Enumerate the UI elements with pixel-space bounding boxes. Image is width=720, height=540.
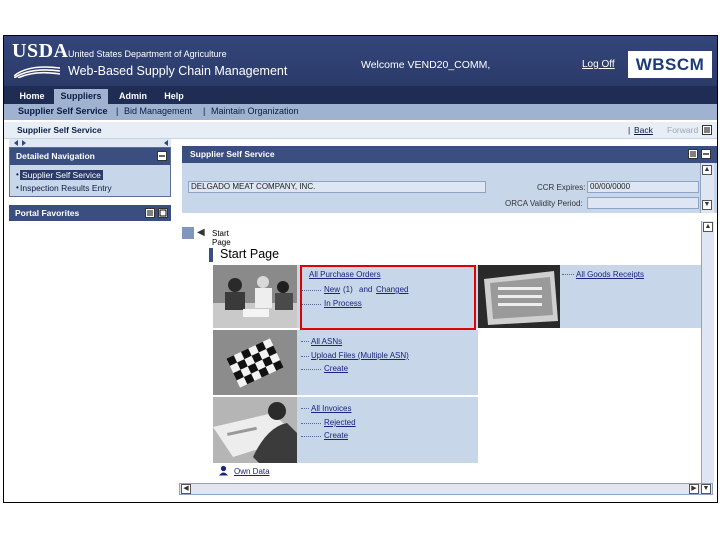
breadcrumb-back-icon[interactable]: ◀: [197, 227, 205, 238]
scroll-up-icon[interactable]: ▲: [702, 165, 712, 175]
bullet-icon: •: [16, 170, 19, 179]
all-goods-receipts-link[interactable]: All Goods Receipts: [576, 270, 644, 279]
user-icon: [219, 465, 228, 476]
dotted-connector: [301, 436, 321, 437]
back-link[interactable]: Back: [634, 125, 653, 135]
subnav-supplier-self-service[interactable]: Supplier Self Service: [18, 106, 108, 116]
browser-frame: USDA United States Department of Agricul…: [3, 35, 718, 503]
all-invoices-link[interactable]: All Invoices: [311, 404, 351, 413]
info-scrollbar[interactable]: ▲ ▼: [700, 163, 714, 213]
company-name-field: DELGADO MEAT COMPANY, INC.: [188, 181, 486, 193]
forward-link[interactable]: Forward: [667, 125, 698, 135]
collapse-nav-icon[interactable]: [163, 139, 170, 147]
nav-collapse-bar: [9, 139, 171, 147]
scroll-left-icon[interactable]: ◀: [181, 484, 191, 494]
detailed-navigation-panel: Detailed Navigation • Supplier Self Serv…: [9, 147, 171, 197]
own-data-link[interactable]: Own Data: [234, 467, 270, 476]
page-title: Supplier Self Service: [17, 125, 102, 135]
breadcrumb-text: Start Page: [212, 229, 231, 247]
nav-inspection-results-entry[interactable]: Inspection Results Entry: [20, 183, 112, 193]
all-asns-link[interactable]: All ASNs: [311, 337, 342, 346]
ccr-expires-field: 00/00/0000: [587, 181, 699, 193]
dotted-connector: [562, 274, 574, 275]
bullet-icon: •: [16, 183, 19, 192]
top-tab-bar: Home Suppliers Admin Help: [4, 86, 717, 104]
orca-validity-field: [587, 197, 699, 209]
orca-validity-label: ORCA Validity Period:: [505, 199, 583, 208]
history-separator: |: [628, 125, 631, 135]
invoices-panel: All Invoices Rejected Create: [213, 397, 478, 463]
meeting-photo: [213, 265, 297, 328]
create-asn-link[interactable]: Create: [324, 364, 348, 373]
goods-receipts-panel: All Goods Receipts: [478, 265, 713, 328]
asns-panel: All ASNs Upload Files (Multiple ASN) Cre…: [213, 330, 478, 395]
nav-supplier-self-service[interactable]: Supplier Self Service: [20, 170, 103, 180]
title-accent-bar: [209, 248, 213, 262]
breadcrumb-square-icon: [182, 227, 194, 239]
tab-home[interactable]: Home: [14, 89, 50, 104]
checkered-flag-photo: [213, 330, 297, 395]
usda-logo-text: USDA: [12, 40, 69, 62]
tab-suppliers[interactable]: Suppliers: [54, 89, 108, 104]
dotted-connector: [301, 369, 321, 370]
writing-person-photo: [213, 397, 297, 463]
wbscm-logo: WBSCM: [628, 51, 712, 78]
tab-help[interactable]: Help: [158, 89, 190, 104]
subnav-separator: |: [203, 106, 206, 116]
expand-collapse-icon[interactable]: [12, 139, 28, 147]
horizontal-scrollbar[interactable]: ◀ ▶ ▼: [179, 483, 713, 495]
org-name: United States Department of Agriculture: [68, 49, 227, 59]
minimize-icon[interactable]: [157, 151, 167, 161]
page-menu-icon[interactable]: [702, 125, 712, 135]
tab-admin[interactable]: Admin: [114, 89, 152, 104]
favorites-menu-icon[interactable]: [145, 208, 155, 218]
subnav-maintain-organization[interactable]: Maintain Organization: [211, 106, 299, 116]
app-title: Web-Based Supply Chain Management: [68, 64, 288, 78]
favorites-maximize-icon[interactable]: [158, 208, 168, 218]
scroll-up-icon[interactable]: ▲: [703, 222, 713, 232]
supplier-info-area: DELGADO MEAT COMPANY, INC. CCR Expires: …: [182, 163, 717, 213]
upload-files-link[interactable]: Upload Files (Multiple ASN): [311, 351, 409, 360]
dotted-connector: [301, 356, 309, 357]
usda-hill-icon: [14, 66, 60, 78]
content-minimize-icon[interactable]: [701, 149, 711, 159]
usda-logo: USDA: [12, 40, 68, 80]
rejected-invoices-link[interactable]: Rejected: [324, 418, 356, 427]
content-menu-icon[interactable]: [688, 149, 698, 159]
computer-screen-photo: [478, 265, 560, 328]
dotted-connector: [301, 423, 321, 424]
subnav-separator: |: [116, 106, 119, 116]
page-title-bar: Supplier Self Service | Back Forward: [4, 122, 717, 139]
welcome-text: Welcome VEND20_COMM,: [361, 59, 491, 71]
ccr-expires-label: CCR Expires:: [537, 183, 586, 192]
scroll-right-icon[interactable]: ▶: [689, 484, 699, 494]
detailed-navigation-header: Detailed Navigation: [10, 148, 170, 165]
start-page-title: Start Page: [220, 247, 280, 261]
highlight-box: [300, 265, 476, 330]
dotted-connector: [301, 408, 309, 409]
subnav-bid-management[interactable]: Bid Management: [124, 106, 192, 116]
dotted-connector: [301, 341, 309, 342]
content-header: Supplier Self Service: [182, 146, 717, 163]
scroll-down-icon[interactable]: ▼: [701, 484, 711, 494]
scroll-down-icon[interactable]: ▼: [702, 200, 712, 210]
create-invoice-link[interactable]: Create: [324, 431, 348, 440]
logoff-link[interactable]: Log Off: [582, 59, 615, 70]
sub-navigation: Supplier Self Service | Bid Management |…: [4, 104, 717, 120]
content-vertical-scrollbar[interactable]: ▲: [701, 221, 714, 483]
header-banner: USDA United States Department of Agricul…: [4, 36, 717, 86]
